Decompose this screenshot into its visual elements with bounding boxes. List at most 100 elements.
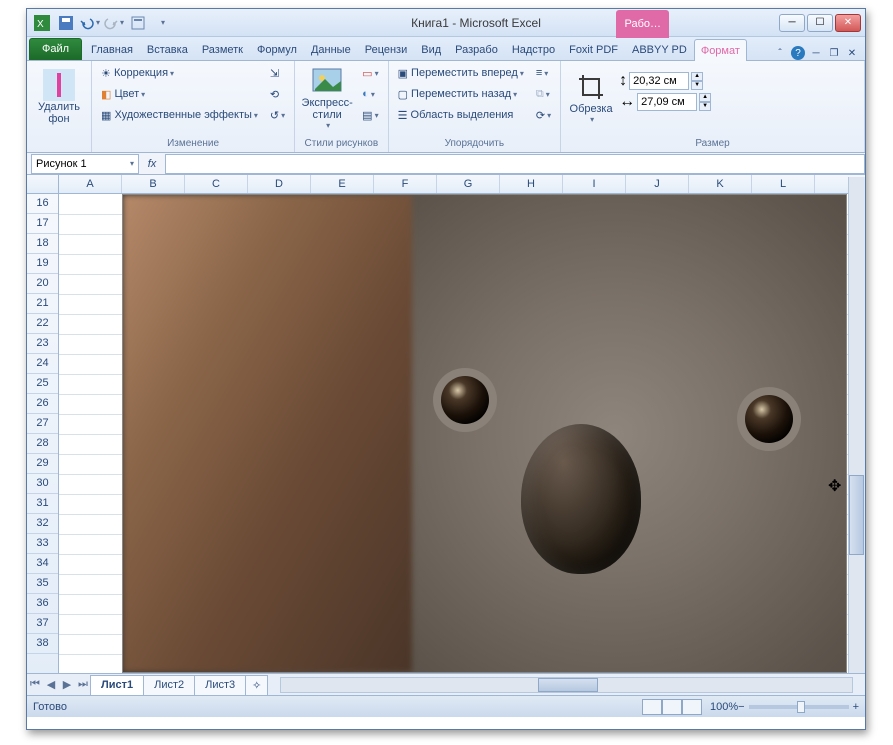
row-header[interactable]: 29: [27, 454, 58, 474]
column-header[interactable]: G: [437, 175, 500, 193]
crop-button[interactable]: Обрезка▾: [565, 63, 617, 131]
row-header[interactable]: 31: [27, 494, 58, 514]
row-header[interactable]: 33: [27, 534, 58, 554]
sheet-tab-2[interactable]: Лист2: [143, 675, 195, 695]
tab-pagelayout[interactable]: Разметк: [195, 38, 250, 60]
column-header[interactable]: I: [563, 175, 626, 193]
undo-icon[interactable]: ▾: [79, 12, 101, 34]
sheet-nav-prev[interactable]: ◀: [43, 676, 59, 694]
column-header[interactable]: J: [626, 175, 689, 193]
sheet-nav-last[interactable]: ⏭: [75, 676, 91, 694]
picture-layout-button[interactable]: ▤▾: [357, 105, 383, 125]
sheet-nav-first[interactable]: ⏮: [27, 676, 43, 694]
hscroll-thumb[interactable]: [538, 678, 598, 692]
row-header[interactable]: 32: [27, 514, 58, 534]
row-header[interactable]: 25: [27, 374, 58, 394]
formula-input[interactable]: [165, 154, 865, 174]
column-header[interactable]: H: [500, 175, 563, 193]
sheet-nav-next[interactable]: ▶: [59, 676, 75, 694]
row-header[interactable]: 17: [27, 214, 58, 234]
row-header[interactable]: 30: [27, 474, 58, 494]
zoom-thumb[interactable]: [797, 701, 805, 713]
tab-foxit[interactable]: Foxit PDF: [562, 38, 625, 60]
color-button[interactable]: ◧ Цвет▾: [96, 84, 263, 104]
tab-developer[interactable]: Разрабо: [448, 38, 505, 60]
reset-picture-button[interactable]: ↺▾: [265, 105, 290, 125]
tab-data[interactable]: Данные: [304, 38, 358, 60]
sheet-tab-1[interactable]: Лист1: [90, 675, 144, 695]
view-pagebreak-button[interactable]: [682, 699, 702, 715]
row-header[interactable]: 24: [27, 354, 58, 374]
tab-view[interactable]: Вид: [414, 38, 448, 60]
column-header[interactable]: D: [248, 175, 311, 193]
excel-icon[interactable]: X: [31, 12, 53, 34]
select-all-corner[interactable]: [27, 175, 59, 193]
zoom-in-button[interactable]: +: [853, 701, 859, 713]
view-normal-button[interactable]: [642, 699, 662, 715]
row-header[interactable]: 38: [27, 634, 58, 654]
workbook-restore-icon[interactable]: ❐: [827, 46, 841, 60]
rotate-button[interactable]: ⟳▾: [531, 105, 556, 125]
redo-icon[interactable]: ▾: [103, 12, 125, 34]
vertical-scrollbar[interactable]: [848, 177, 865, 673]
row-header[interactable]: 22: [27, 314, 58, 334]
artistic-effects-button[interactable]: ▦ Художественные эффекты▾: [96, 105, 263, 125]
spreadsheet-grid[interactable]: A B C D E F G H I J K L 1617181920212223…: [27, 175, 865, 673]
tab-home[interactable]: Главная: [84, 38, 140, 60]
quick-styles-button[interactable]: Экспресс-стили▾: [299, 63, 355, 131]
new-sheet-button[interactable]: ✧: [245, 675, 268, 695]
row-header[interactable]: 27: [27, 414, 58, 434]
column-header[interactable]: B: [122, 175, 185, 193]
column-header[interactable]: C: [185, 175, 248, 193]
help-icon[interactable]: ?: [791, 46, 805, 60]
row-header[interactable]: 18: [27, 234, 58, 254]
tab-addins[interactable]: Надстро: [505, 38, 562, 60]
tab-format[interactable]: Формат: [694, 39, 747, 61]
row-header[interactable]: 16: [27, 194, 58, 214]
qat-extra-icon[interactable]: [127, 12, 149, 34]
horizontal-scrollbar[interactable]: [280, 677, 853, 693]
row-header[interactable]: 34: [27, 554, 58, 574]
row-header[interactable]: 20: [27, 274, 58, 294]
column-header[interactable]: F: [374, 175, 437, 193]
close-button[interactable]: ✕: [835, 14, 861, 32]
fx-button[interactable]: fx: [141, 154, 163, 174]
column-header[interactable]: E: [311, 175, 374, 193]
column-header[interactable]: K: [689, 175, 752, 193]
change-picture-button[interactable]: ⟲: [265, 84, 290, 104]
row-header[interactable]: 26: [27, 394, 58, 414]
height-input[interactable]: [629, 72, 689, 90]
tab-insert[interactable]: Вставка: [140, 38, 195, 60]
embedded-picture[interactable]: [122, 194, 847, 673]
workbook-minimize-icon[interactable]: ─: [809, 46, 823, 60]
row-header[interactable]: 36: [27, 594, 58, 614]
zoom-out-button[interactable]: −: [738, 701, 744, 713]
minimize-button[interactable]: ─: [779, 14, 805, 32]
row-header[interactable]: 37: [27, 614, 58, 634]
tab-formulas[interactable]: Формул: [250, 38, 304, 60]
view-pagelayout-button[interactable]: [662, 699, 682, 715]
picture-effects-button[interactable]: ◐▾: [357, 84, 383, 104]
row-header[interactable]: 19: [27, 254, 58, 274]
maximize-button[interactable]: ☐: [807, 14, 833, 32]
send-backward-button[interactable]: ▢ Переместить назад▾: [393, 84, 529, 104]
row-header[interactable]: 21: [27, 294, 58, 314]
width-field[interactable]: ↔ ▲▼: [619, 92, 711, 112]
tab-file[interactable]: Файл: [29, 38, 82, 60]
minimize-ribbon-icon[interactable]: ˆ: [773, 46, 787, 60]
height-field[interactable]: ↕ ▲▼: [619, 71, 711, 91]
qat-customize-icon[interactable]: ▾: [151, 12, 173, 34]
height-spinner[interactable]: ▲▼: [691, 72, 703, 90]
tab-abbyy[interactable]: ABBYY PD: [625, 38, 694, 60]
zoom-slider[interactable]: − +: [738, 701, 859, 713]
picture-border-button[interactable]: ▭▾: [357, 63, 383, 83]
selection-pane-button[interactable]: ☰ Область выделения: [393, 105, 529, 125]
bring-forward-button[interactable]: ▣ Переместить вперед▾: [393, 63, 529, 83]
row-header[interactable]: 23: [27, 334, 58, 354]
name-box[interactable]: Рисунок 1▾: [31, 154, 139, 174]
align-button[interactable]: ≡▾: [531, 63, 556, 83]
compress-pictures-button[interactable]: ⇲: [265, 63, 290, 83]
tab-review[interactable]: Рецензи: [358, 38, 415, 60]
row-header[interactable]: 35: [27, 574, 58, 594]
column-header[interactable]: L: [752, 175, 815, 193]
